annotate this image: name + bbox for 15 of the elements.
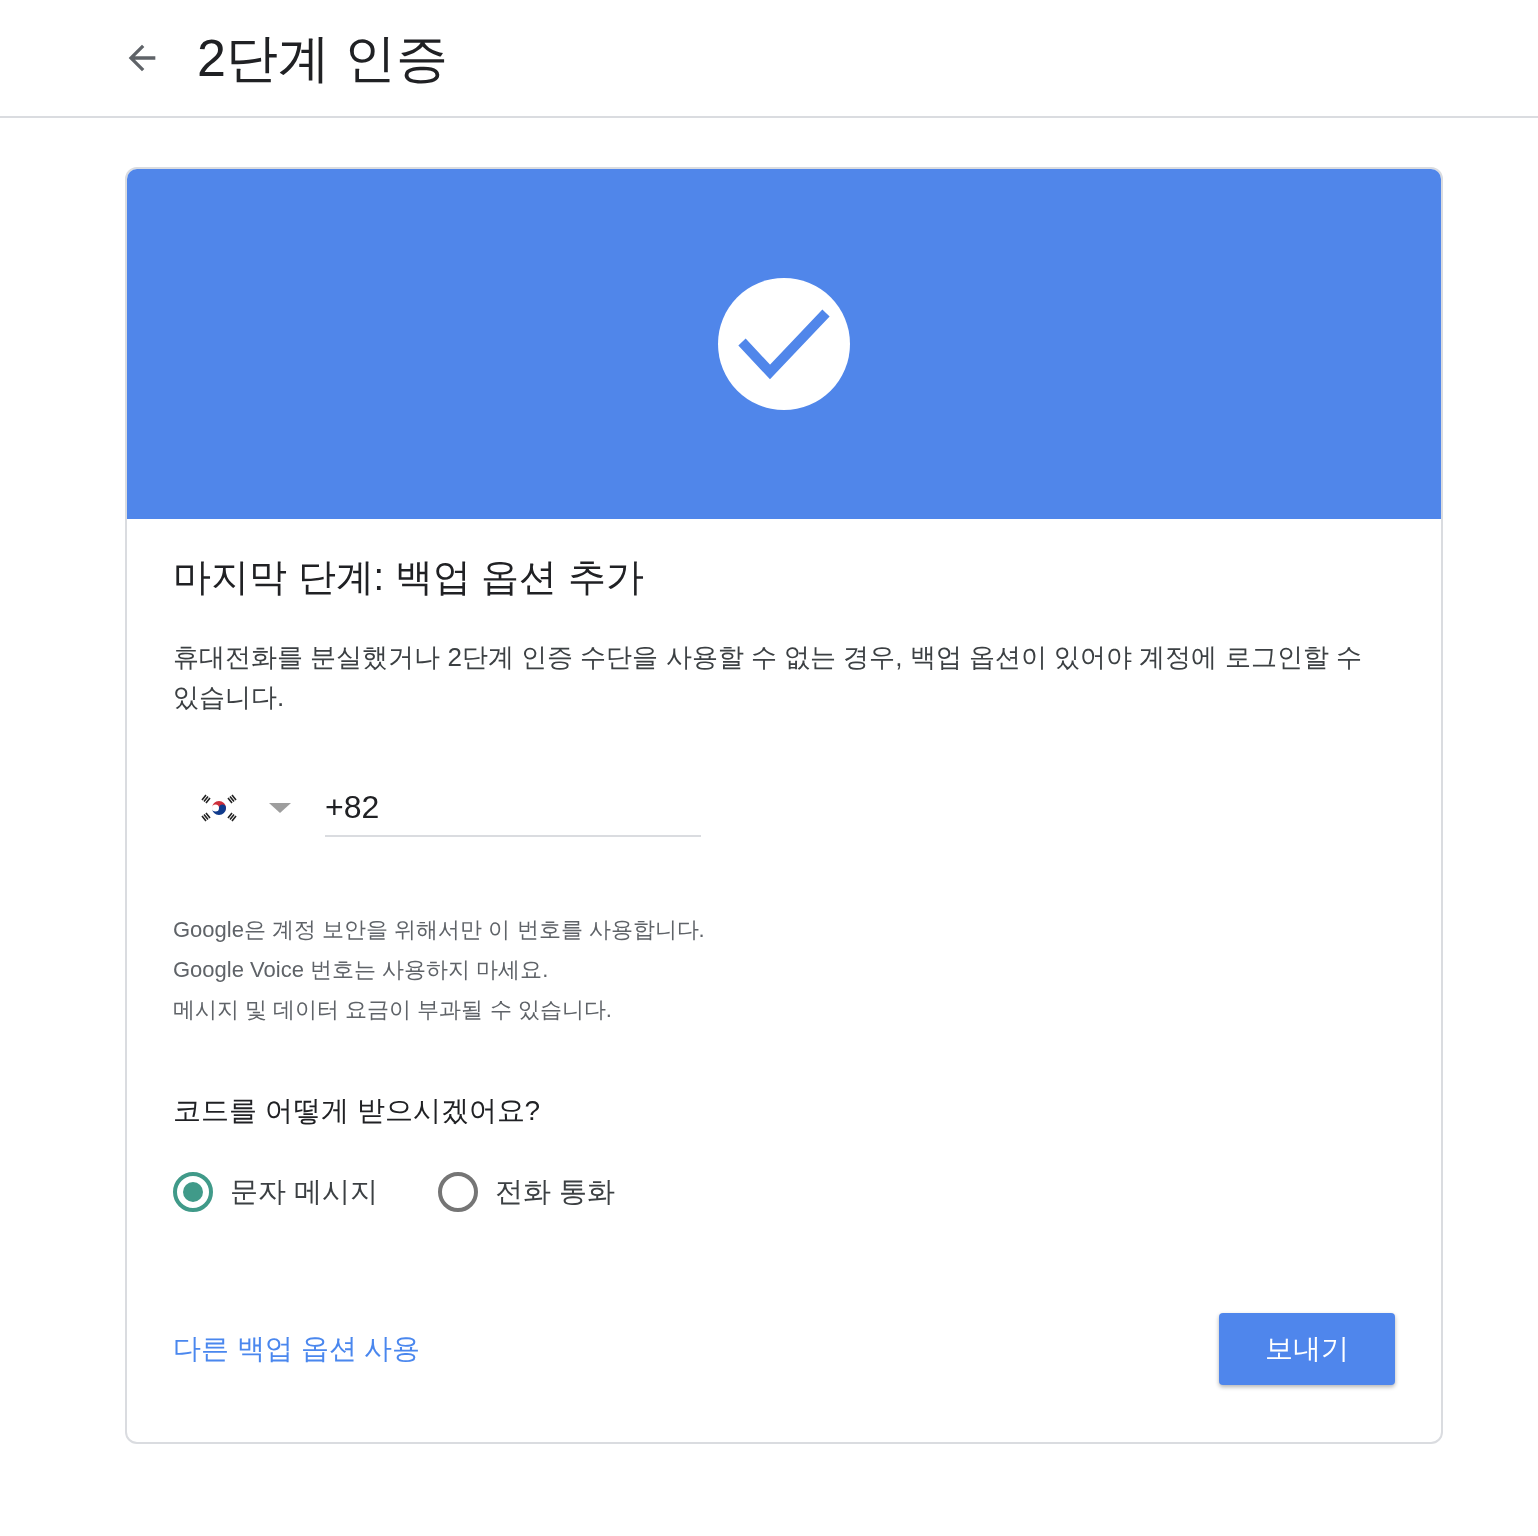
check-icon (718, 278, 850, 410)
section-heading: 마지막 단계: 백업 옵션 추가 (173, 555, 645, 600)
note-text: 메시지 및 데이터 요금이 부과될 수 있습니다. (173, 996, 613, 1024)
question-text: 코드를 어떻게 받으시겠어요? (173, 1094, 542, 1128)
note-text: Google Voice 번호는 사용하지 마세요. (173, 956, 550, 984)
page-title: 2단계 인증 (197, 28, 449, 89)
flag-icon[interactable] (201, 793, 237, 823)
note-text: Google은 계정 보안을 위해서만 이 번호를 사용합니다. (173, 916, 706, 944)
radio-option[interactable]: 전화 통화 (437, 1172, 615, 1212)
radio-option[interactable]: 문자 메시지 (173, 1172, 378, 1212)
send-button[interactable]: 보내기 (1219, 1313, 1395, 1385)
caret-icon[interactable] (269, 803, 291, 813)
backup-options-link[interactable]: 다른 백업 옵션 사용 (173, 1329, 421, 1369)
description-text: 휴대전화를 분실했거나 2단계 인증 수단을 사용할 수 없는 경우, 백업 옵션이 있어야 계정에 로그인할 수 있습니다. (173, 641, 1363, 714)
phone-field[interactable]: +82 (325, 779, 701, 837)
